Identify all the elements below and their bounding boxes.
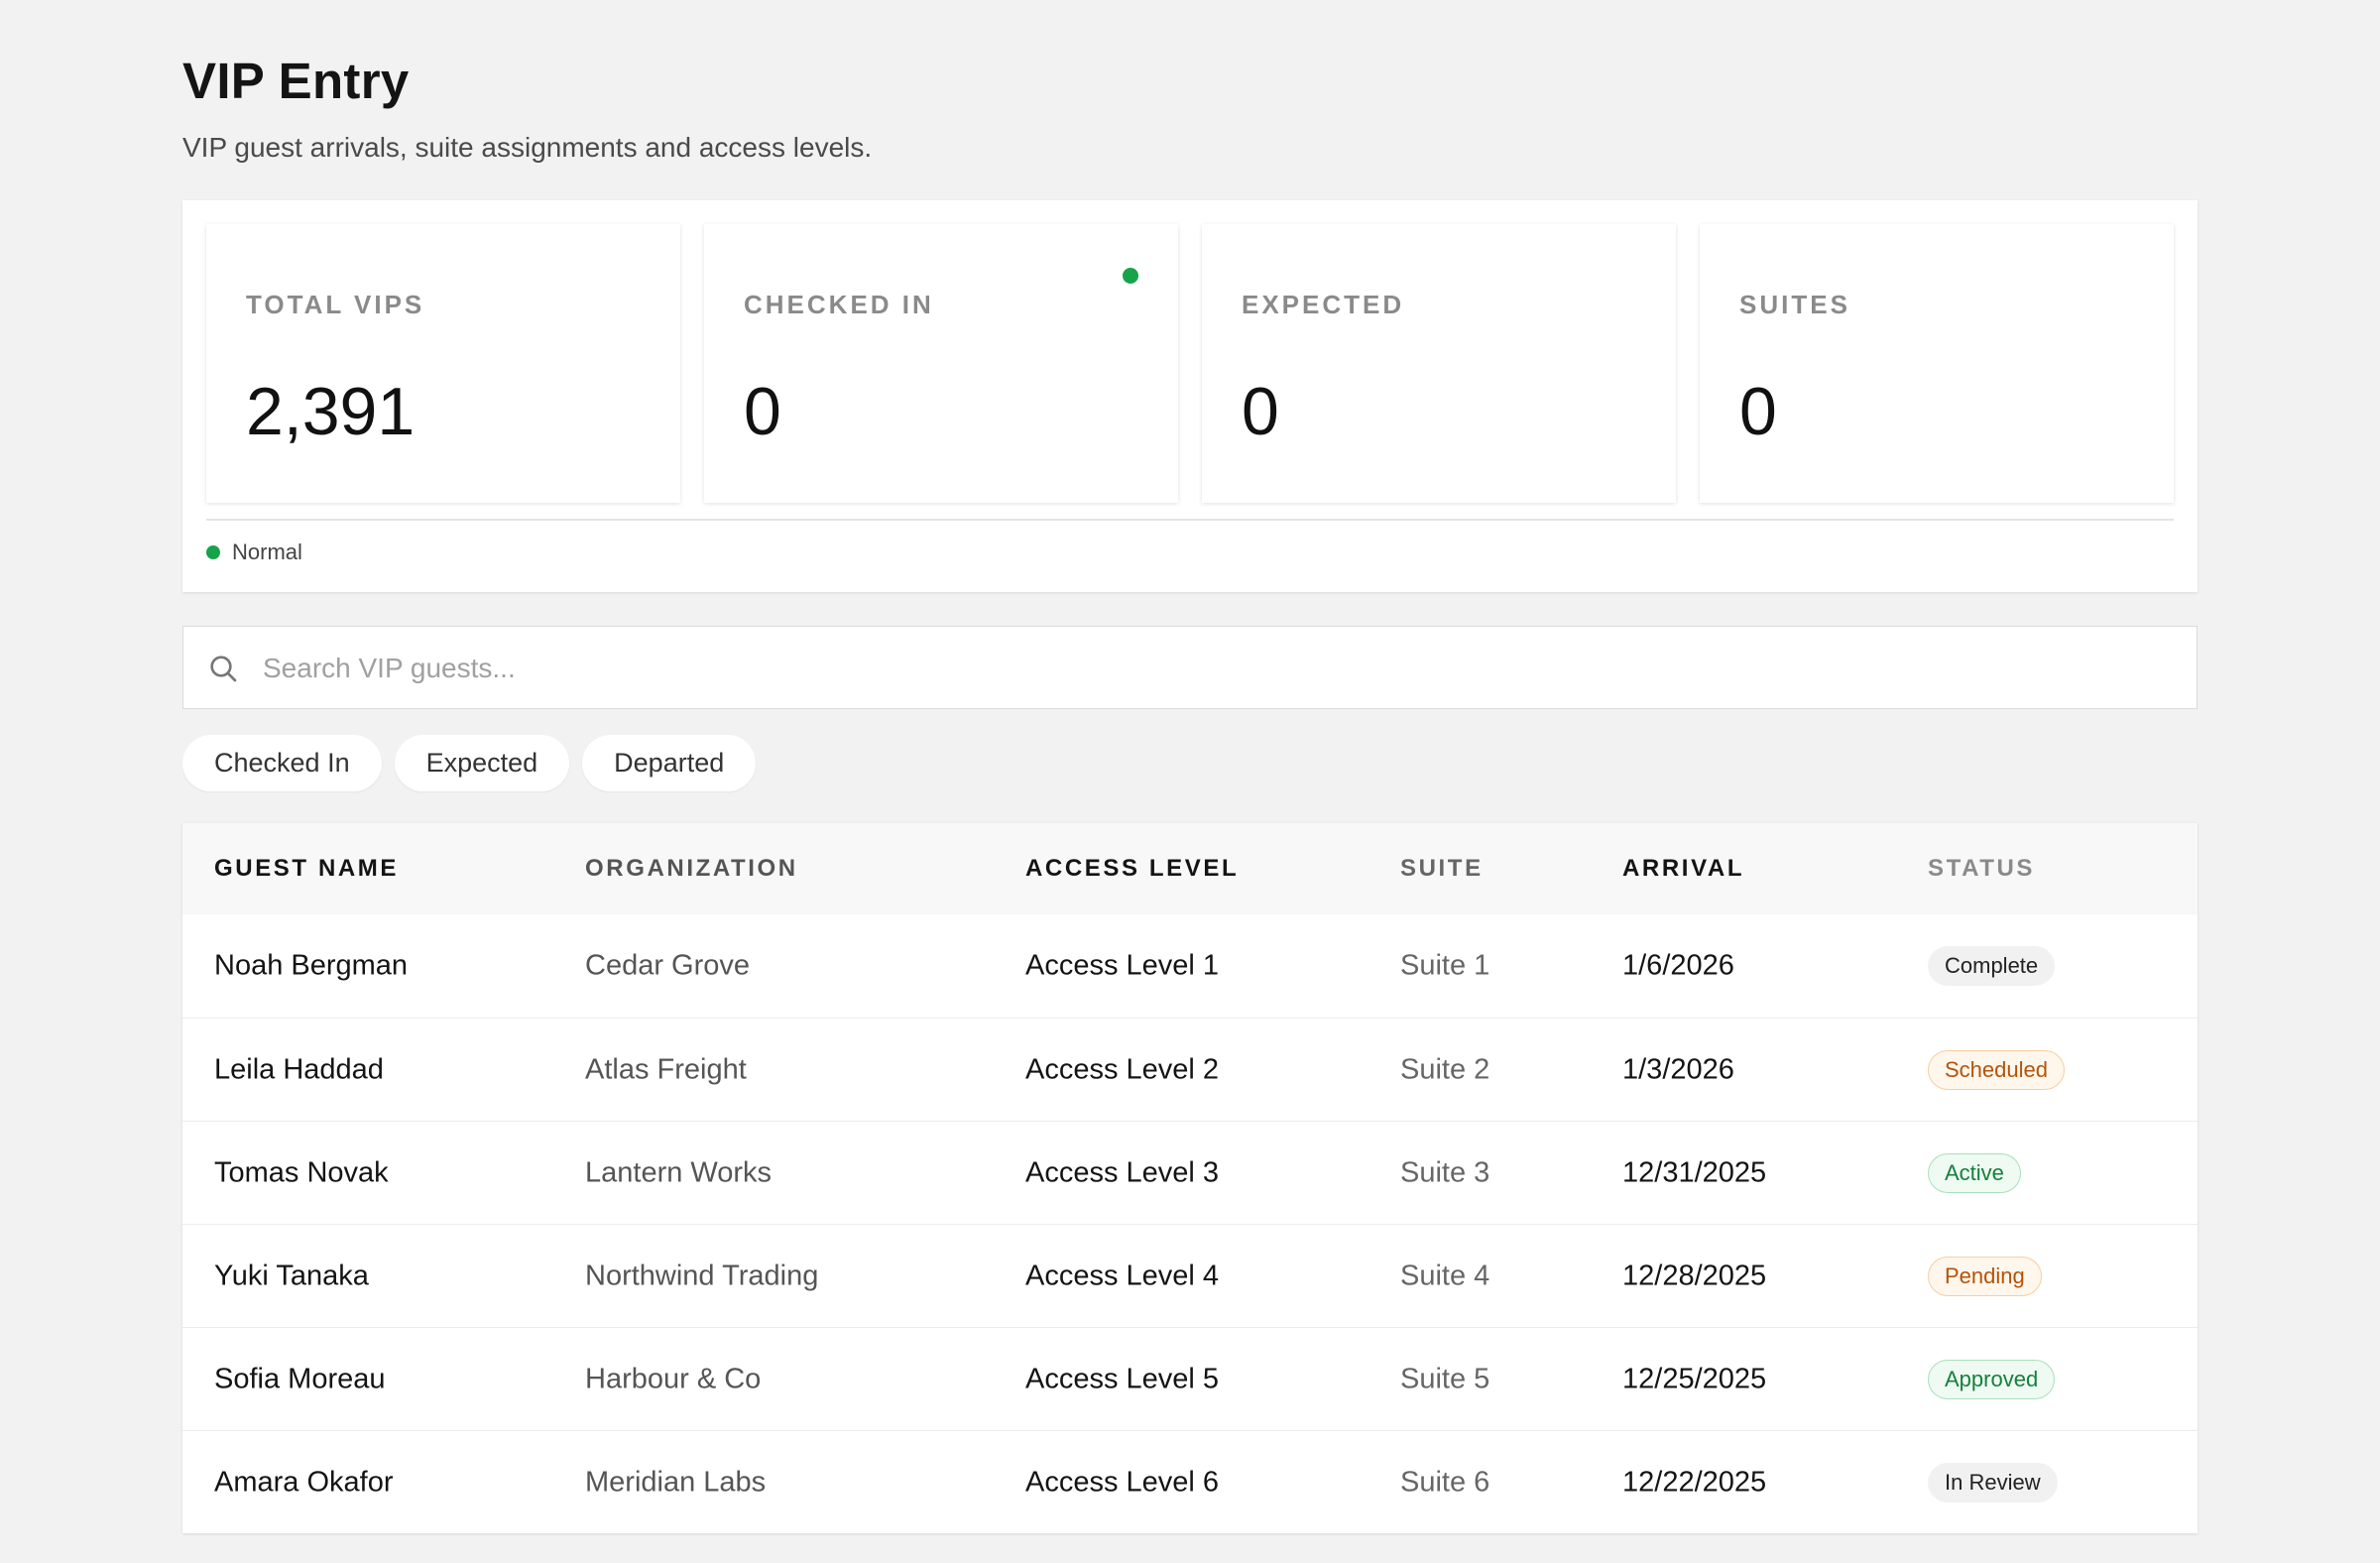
stats-panel: TOTAL VIPS 2,391 CHECKED IN 0 EXPECTED 0… (182, 200, 2198, 592)
search-icon (210, 656, 237, 682)
table-row[interactable]: Amara Okafor Meridian Labs Access Level 6 S… (182, 1430, 2198, 1533)
status-dot (206, 545, 220, 559)
filter-chip-checked-in[interactable]: Checked In (182, 735, 382, 791)
table-row[interactable]: Yuki Tanaka Northwind Trading Access Level… (182, 1224, 2198, 1327)
stat-label: SUITES (1739, 290, 1850, 319)
page-title: VIP Entry (182, 53, 410, 109)
filter-chips: Checked In Expected Departed (182, 735, 757, 791)
search-input[interactable] (261, 627, 2149, 709)
organization-cell: Harbour & Co (585, 1363, 762, 1394)
suite-cell: Suite 6 (1400, 1466, 1490, 1498)
arrival-cell: 1/3/2026 (1622, 1053, 1734, 1085)
status-cell: Complete (1928, 946, 2056, 986)
stat-label: TOTAL VIPS (246, 290, 425, 319)
suite-cell: Suite 1 (1400, 949, 1490, 982)
status-badge: In Review (1928, 1462, 2058, 1503)
stat-value: 2,391 (246, 374, 416, 449)
status-cell: Scheduled (1928, 1049, 2065, 1090)
divider (206, 519, 2174, 521)
column-header-access-level[interactable]: ACCESS LEVEL (1025, 855, 1239, 883)
arrival-cell: 12/31/2025 (1622, 1156, 1767, 1188)
column-header-guest-name[interactable]: GUEST NAME (214, 855, 399, 883)
stat-card-suites: SUITES 0 (1700, 224, 2174, 503)
access-level-cell: Access Level 2 (1025, 1053, 1220, 1085)
suite-cell: Suite 3 (1400, 1156, 1490, 1188)
arrival-cell: 1/6/2026 (1622, 949, 1734, 982)
status-cell: Pending (1928, 1256, 2042, 1296)
table-row[interactable]: Sofia Moreau Harbour & Co Access Level 5 Su… (182, 1327, 2198, 1430)
search-bar[interactable] (182, 626, 2198, 709)
guest-name-cell: Sofia Moreau (214, 1363, 386, 1394)
status-badge: Complete (1928, 946, 2056, 986)
table-row[interactable]: Leila Haddad Atlas Freight Access Level 2 S… (182, 1018, 2198, 1121)
status-badge: Approved (1928, 1359, 2056, 1399)
guest-name-cell: Tomas Novak (214, 1156, 389, 1188)
column-header-suite[interactable]: SUITE (1400, 855, 1484, 883)
stat-value: 0 (744, 374, 781, 449)
status-badge: Active (1928, 1152, 2021, 1193)
column-header-arrival[interactable]: ARRIVAL (1622, 855, 1744, 883)
status-badge: Scheduled (1928, 1049, 2065, 1090)
status-cell: In Review (1928, 1462, 2058, 1503)
column-header-organization[interactable]: ORGANIZATION (585, 855, 798, 883)
page-subtitle: VIP guest arrivals, suite assignments an… (182, 132, 873, 163)
stat-card-total-vips: TOTAL VIPS 2,391 (206, 224, 680, 503)
access-level-cell: Access Level 1 (1025, 949, 1220, 982)
vip-guests-table: GUEST NAME ORGANIZATION ACCESS LEVEL SUI… (182, 823, 2198, 1533)
access-level-cell: Access Level 6 (1025, 1466, 1220, 1498)
stat-label: EXPECTED (1242, 290, 1405, 319)
arrival-cell: 12/28/2025 (1622, 1260, 1767, 1291)
organization-cell: Atlas Freight (585, 1053, 747, 1085)
organization-cell: Meridian Labs (585, 1466, 767, 1498)
guest-name-cell: Leila Haddad (214, 1053, 384, 1085)
table-header: GUEST NAME ORGANIZATION ACCESS LEVEL SUI… (182, 823, 2198, 914)
guest-name-cell: Yuki Tanaka (214, 1260, 369, 1291)
access-level-cell: Access Level 4 (1025, 1260, 1220, 1291)
filter-chip-departed[interactable]: Departed (582, 735, 757, 791)
filter-chip-expected[interactable]: Expected (394, 735, 570, 791)
live-indicator-dot (1123, 268, 1138, 284)
access-level-cell: Access Level 3 (1025, 1156, 1220, 1188)
stat-card-expected: EXPECTED 0 (1202, 224, 1676, 503)
arrival-cell: 12/25/2025 (1622, 1363, 1767, 1394)
stat-value: 0 (1739, 374, 1777, 449)
access-level-cell: Access Level 5 (1025, 1363, 1220, 1394)
table-body: Noah Bergman Cedar Grove Access Level 1 Sui… (182, 914, 2198, 1533)
stat-card-checked-in: CHECKED IN 0 (704, 224, 1178, 503)
guest-name-cell: Noah Bergman (214, 949, 409, 982)
stat-label: CHECKED IN (744, 290, 934, 319)
arrival-cell: 12/22/2025 (1622, 1466, 1767, 1498)
guest-name-cell: Amara Okafor (214, 1466, 394, 1498)
organization-cell: Cedar Grove (585, 949, 751, 982)
table-row[interactable]: Tomas Novak Lantern Works Access Level 3 Su… (182, 1121, 2198, 1224)
status-cell: Active (1928, 1152, 2021, 1193)
suite-cell: Suite 5 (1400, 1363, 1490, 1394)
status-label: Normal (232, 540, 302, 564)
column-header-status[interactable]: STATUS (1928, 855, 2035, 883)
status-badge: Pending (1928, 1256, 2042, 1296)
table-row[interactable]: Noah Bergman Cedar Grove Access Level 1 Sui… (182, 914, 2198, 1018)
suite-cell: Suite 2 (1400, 1053, 1490, 1085)
suite-cell: Suite 4 (1400, 1260, 1490, 1291)
system-status: Normal (206, 540, 302, 565)
organization-cell: Northwind Trading (585, 1260, 819, 1291)
status-cell: Approved (1928, 1359, 2056, 1399)
organization-cell: Lantern Works (585, 1156, 773, 1188)
stat-value: 0 (1242, 374, 1279, 449)
